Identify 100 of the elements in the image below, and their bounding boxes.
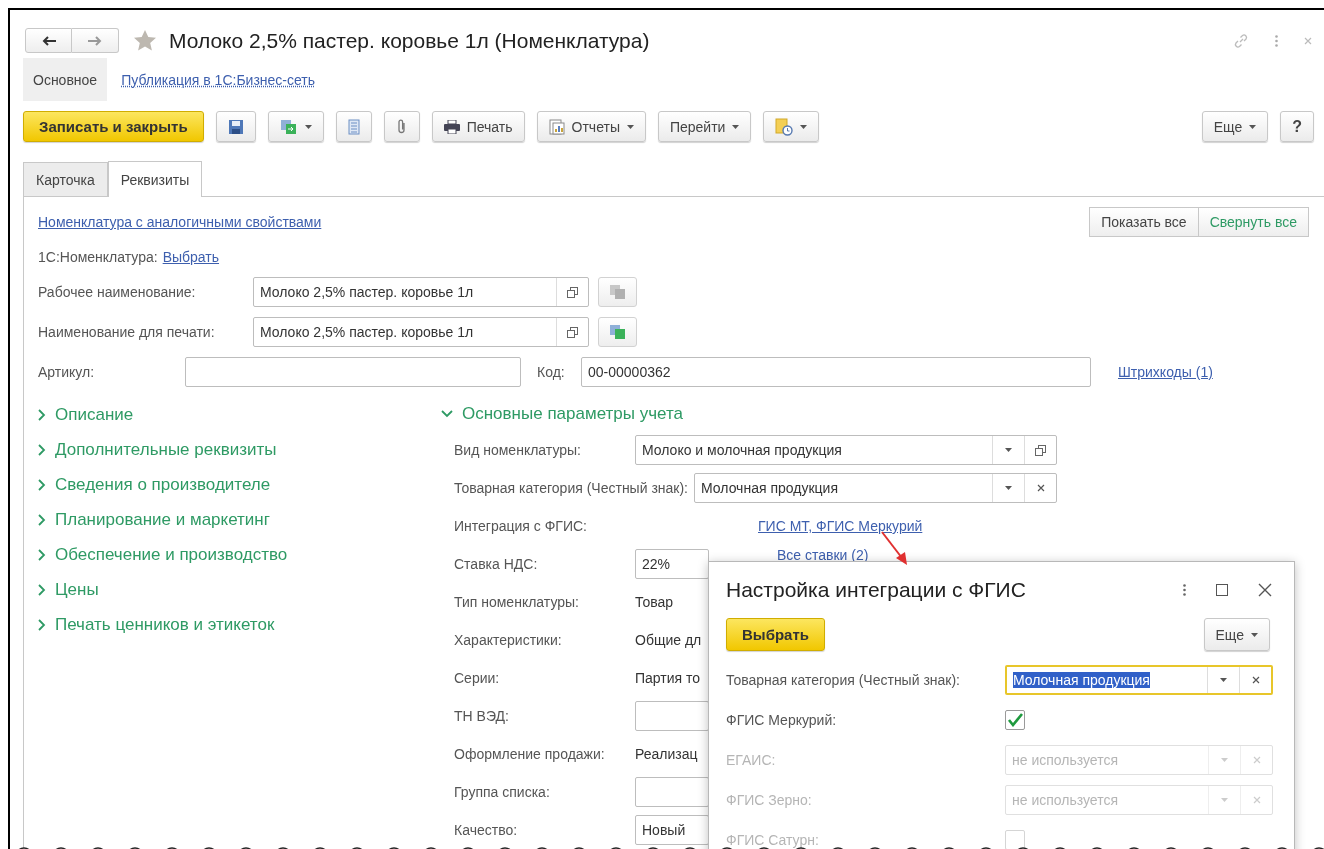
checkmark-icon [1007, 713, 1023, 727]
field-label: Ставка НДС: [454, 556, 539, 572]
star-icon[interactable] [133, 29, 157, 52]
chevron-right-icon [38, 408, 46, 421]
select-link[interactable]: Выбрать [162, 249, 220, 265]
maximize-icon[interactable] [1216, 584, 1228, 596]
integration-link[interactable]: ГИС МТ, ФГИС Меркурий [758, 518, 923, 534]
toolbar-button[interactable]: Перейти [657, 111, 752, 142]
group-toggle[interactable]: Печать ценников и этикеток [38, 607, 441, 642]
copy-documents-icon [279, 118, 298, 135]
right-arrow-icon [88, 35, 102, 46]
field-label: Товарная категория (Честный знак): [726, 672, 961, 688]
caret-icon [1221, 798, 1228, 802]
select-field[interactable]: Молочная продукция [1005, 665, 1273, 695]
input-field[interactable]: Новый [635, 815, 709, 845]
section-tab[interactable]: Основное [23, 58, 108, 101]
save-and-close-button[interactable]: Записать и закрыть [23, 111, 204, 142]
window-title: Молоко 2,5% пастер. коровье 1л (Номенклатура) [169, 28, 650, 53]
group-toggle[interactable]: Дополнительные реквизиты [38, 432, 441, 467]
select-button[interactable]: Выбрать [726, 618, 825, 651]
input-field[interactable] [635, 701, 709, 731]
select-field: не используется [1005, 785, 1273, 815]
field-value: Реализац [635, 746, 698, 762]
caret-icon [1221, 758, 1228, 762]
group-toggle[interactable]: Цены [38, 572, 441, 607]
field-value: Партия то [635, 670, 701, 686]
show-all-button[interactable]: Показать все [1089, 207, 1199, 237]
group-toggle[interactable]: Планирование и маркетинг [38, 502, 441, 537]
caret-icon [626, 124, 634, 129]
copy-documents-icon [608, 284, 627, 300]
field-label: Наименование для печати: [38, 324, 216, 340]
group-toggle[interactable]: Обеспечение и производство [38, 537, 441, 572]
toolbar-icon-button[interactable] [763, 111, 820, 142]
caret-icon [1220, 678, 1227, 682]
close-icon[interactable] [1258, 583, 1272, 597]
print-name-field[interactable]: Молоко 2,5% пастер. коровье 1л [253, 317, 589, 347]
caret-icon [1005, 486, 1012, 490]
toolbar-button[interactable]: Печать [431, 111, 525, 142]
field-label: Товарная категория (Честный знак): [454, 480, 688, 496]
tab[interactable]: Реквизиты [107, 161, 203, 197]
copy-name-button[interactable] [598, 317, 637, 347]
toolbar-button[interactable]: Еще [1201, 111, 1269, 142]
group-toggle[interactable]: Основные параметры учета [441, 397, 1057, 431]
chevron-right-icon [38, 548, 46, 561]
field-label: 1С:Номенклатура: [38, 249, 158, 265]
left-arrow-icon [41, 35, 56, 46]
dialog-title: Настройка интеграции с ФГИС [726, 578, 1026, 602]
document-clock-icon [775, 117, 794, 136]
chart-document-icon [548, 118, 565, 135]
caret-icon [1251, 632, 1258, 637]
toolbar-icon-button[interactable] [215, 111, 256, 142]
paperclip-icon [395, 118, 408, 135]
overlapping-squares-icon [567, 326, 578, 338]
close-icon [1036, 484, 1045, 492]
field-label: Артикул: [38, 364, 96, 380]
checkbox[interactable] [1005, 710, 1025, 730]
section-link[interactable]: Публикация в 1С:Бизнес-сеть [121, 58, 316, 101]
toolbar-button[interactable]: Отчеты [536, 111, 646, 142]
close-icon [1252, 796, 1261, 804]
chevron-right-icon [38, 478, 46, 491]
input-field[interactable]: 22% [635, 549, 709, 579]
select-field: не используется [1005, 745, 1273, 775]
link-icon[interactable] [1233, 32, 1249, 49]
caret-icon [732, 124, 740, 129]
caret-icon [1249, 124, 1257, 129]
field-label: ТН ВЭД: [454, 708, 510, 724]
caret-icon [800, 124, 808, 129]
input-field[interactable] [635, 777, 709, 807]
help-button[interactable]: ? [1280, 111, 1314, 142]
overlapping-squares-icon [1035, 444, 1046, 456]
select-field[interactable]: Молоко и молочная продукция [635, 435, 1057, 465]
close-icon [1251, 676, 1260, 684]
back-button[interactable] [25, 28, 72, 53]
barcodes-link[interactable]: Штрихкоды (1) [1118, 364, 1213, 380]
chevron-right-icon [38, 513, 46, 526]
analog-items-link[interactable]: Номенклатура с аналогичными свойствами [38, 214, 322, 230]
close-icon [1252, 756, 1261, 764]
field-label: Код: [537, 364, 566, 380]
work-name-field[interactable]: Молоко 2,5% пастер. коровье 1л [253, 277, 589, 307]
caret-icon [1005, 448, 1012, 452]
copy-name-button[interactable] [598, 277, 637, 307]
printer-icon [443, 119, 460, 134]
code-field[interactable]: 00-00000362 [581, 357, 1091, 387]
field-value: Товар [635, 594, 674, 610]
caret-icon [304, 124, 312, 129]
group-toggle[interactable]: Сведения о производителе [38, 467, 441, 502]
article-field[interactable] [185, 357, 521, 387]
field-label: Группа списка: [454, 784, 551, 800]
tab[interactable]: Карточка [23, 162, 108, 196]
more-button[interactable]: Еще [1203, 618, 1270, 651]
select-field[interactable]: Молочная продукция [694, 473, 1057, 503]
group-toggle[interactable]: Описание [38, 397, 441, 432]
chevron-right-icon [38, 583, 46, 596]
chevron-right-icon [38, 443, 46, 456]
field-label: ФГИС Меркурий: [726, 712, 838, 728]
copy-documents-icon [608, 324, 627, 340]
more-icon[interactable] [1183, 584, 1186, 596]
field-label: ЕГАИС: [726, 752, 777, 768]
field-value: Общие дл [635, 632, 702, 648]
field-label: Характеристики: [454, 632, 563, 648]
